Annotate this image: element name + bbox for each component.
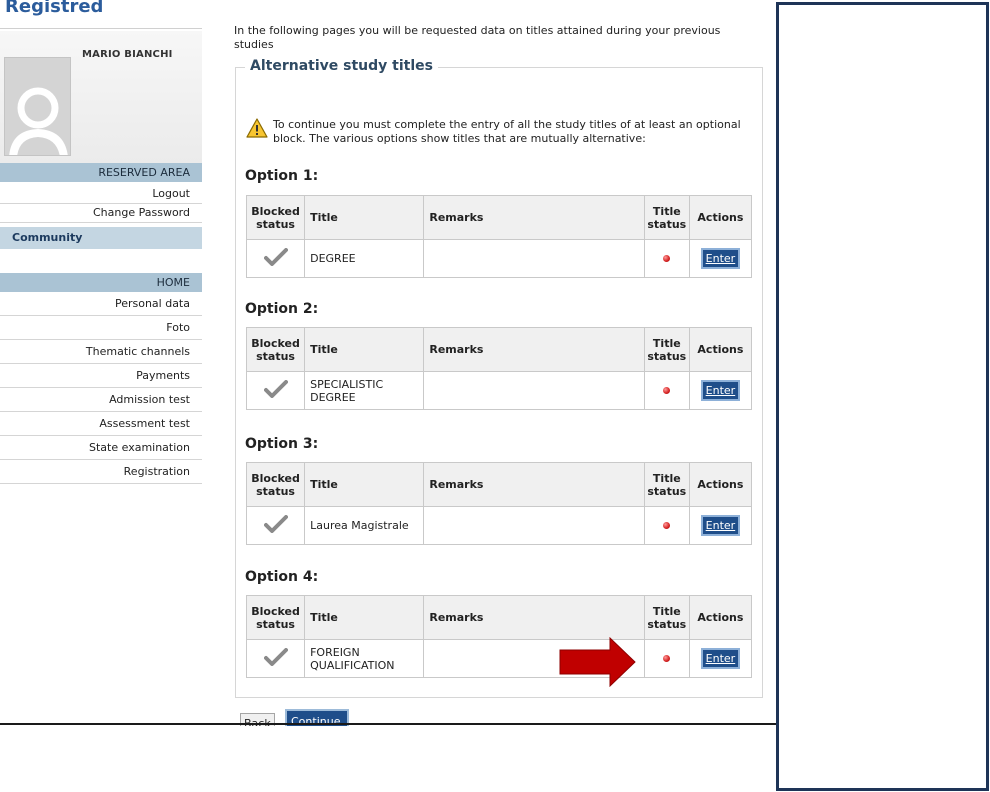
table-header-row: Blocked status Title Remarks Title statu… bbox=[245, 462, 753, 507]
col-title-status: Title status bbox=[643, 595, 690, 640]
red-dot-icon bbox=[663, 387, 671, 394]
red-arrow-icon bbox=[559, 637, 636, 687]
col-blocked-status: Blocked status bbox=[245, 327, 306, 372]
col-title: Title bbox=[304, 195, 425, 240]
site-title: Registred bbox=[5, 0, 104, 17]
option-3-title: Option 3: bbox=[245, 436, 319, 452]
menu-item-admission-test[interactable]: Admission test bbox=[0, 388, 202, 412]
menu-heading-home[interactable]: HOME bbox=[0, 273, 202, 292]
user-name: MARIO BIANCHI bbox=[82, 49, 173, 60]
col-remarks: Remarks bbox=[423, 195, 645, 240]
col-actions: Actions bbox=[688, 327, 753, 372]
col-blocked-status: Blocked status bbox=[245, 462, 306, 507]
table-row: SPECIALISTIC DEGREE Enter bbox=[245, 371, 753, 410]
remarks-cell bbox=[423, 506, 645, 545]
checkmark-icon bbox=[263, 248, 288, 266]
page-viewport: Registred MARIO BIANCHI RESERVED AREA Lo… bbox=[0, 0, 776, 726]
title-divider bbox=[0, 28, 202, 29]
menu-item-change-password[interactable]: Change Password bbox=[0, 205, 202, 223]
col-blocked-status: Blocked status bbox=[245, 195, 306, 240]
remarks-cell bbox=[423, 239, 645, 278]
menu-item-logout[interactable]: Logout bbox=[0, 186, 202, 204]
red-dot-icon bbox=[663, 522, 671, 529]
table-header-row: Blocked status Title Remarks Title statu… bbox=[245, 195, 753, 240]
col-actions: Actions bbox=[688, 195, 753, 240]
warning-triangle-icon bbox=[246, 118, 268, 138]
col-title: Title bbox=[304, 595, 425, 640]
option-1-title: Option 1: bbox=[245, 168, 319, 184]
col-actions: Actions bbox=[688, 462, 753, 507]
avatar bbox=[4, 57, 71, 156]
title-cell: DEGREE bbox=[304, 239, 425, 278]
viewport-bottom-border bbox=[0, 723, 776, 725]
warning-text: To continue you must complete the entry … bbox=[273, 118, 741, 145]
red-dot-icon bbox=[663, 655, 671, 662]
enter-button-option-1[interactable]: Enter bbox=[700, 248, 740, 269]
menu-item-state-examination[interactable]: State examination bbox=[0, 436, 202, 460]
title-cell: SPECIALISTIC DEGREE bbox=[304, 371, 425, 410]
menu-community[interactable]: Community bbox=[0, 227, 202, 249]
title-cell: FOREIGN QUALIFICATION bbox=[304, 639, 425, 678]
col-blocked-status: Blocked status bbox=[245, 595, 306, 640]
menu-item-personal-data[interactable]: Personal data bbox=[0, 292, 202, 316]
menu-item-assessment-test[interactable]: Assessment test bbox=[0, 412, 202, 436]
red-dot-icon bbox=[663, 255, 671, 262]
checkmark-icon bbox=[263, 380, 288, 398]
table-row: Laurea Magistrale Enter bbox=[245, 506, 753, 545]
checkmark-icon bbox=[263, 515, 288, 533]
profile-box: MARIO BIANCHI bbox=[0, 31, 202, 163]
section-title: Alternative study titles bbox=[245, 58, 438, 74]
right-blank-panel bbox=[776, 2, 989, 791]
col-title-status: Title status bbox=[643, 327, 690, 372]
menu-item-thematic-channels[interactable]: Thematic channels bbox=[0, 340, 202, 364]
col-remarks: Remarks bbox=[423, 327, 645, 372]
remarks-cell bbox=[423, 371, 645, 410]
table-header-row: Blocked status Title Remarks Title statu… bbox=[245, 327, 753, 372]
col-remarks: Remarks bbox=[423, 595, 645, 640]
table-header-row: Blocked status Title Remarks Title statu… bbox=[245, 595, 753, 640]
col-title: Title bbox=[304, 462, 425, 507]
option-2-table: Blocked status Title Remarks Title statu… bbox=[245, 327, 753, 410]
col-title: Title bbox=[304, 327, 425, 372]
col-title-status: Title status bbox=[643, 195, 690, 240]
intro-text: In the following pages you will be reque… bbox=[234, 24, 721, 51]
option-4-table: Blocked status Title Remarks Title statu… bbox=[245, 595, 753, 678]
menu-heading-reserved-area: RESERVED AREA bbox=[0, 163, 202, 182]
enter-button-option-4[interactable]: Enter bbox=[700, 648, 740, 669]
col-actions: Actions bbox=[688, 595, 753, 640]
option-1-table: Blocked status Title Remarks Title statu… bbox=[245, 195, 753, 278]
option-4-title: Option 4: bbox=[245, 569, 319, 585]
checkmark-icon bbox=[263, 648, 288, 666]
menu-item-registration[interactable]: Registration bbox=[0, 460, 202, 484]
avatar-placeholder-icon bbox=[5, 58, 70, 155]
col-remarks: Remarks bbox=[423, 462, 645, 507]
option-2-title: Option 2: bbox=[245, 301, 319, 317]
option-3-table: Blocked status Title Remarks Title statu… bbox=[245, 462, 753, 545]
menu-item-foto[interactable]: Foto bbox=[0, 316, 202, 340]
enter-button-option-2[interactable]: Enter bbox=[700, 380, 740, 401]
col-title-status: Title status bbox=[643, 462, 690, 507]
table-row: FOREIGN QUALIFICATION Enter bbox=[245, 639, 753, 678]
menu-item-payments[interactable]: Payments bbox=[0, 364, 202, 388]
table-row: DEGREE Enter bbox=[245, 239, 753, 278]
title-cell: Laurea Magistrale bbox=[304, 506, 425, 545]
enter-button-option-3[interactable]: Enter bbox=[700, 515, 740, 536]
